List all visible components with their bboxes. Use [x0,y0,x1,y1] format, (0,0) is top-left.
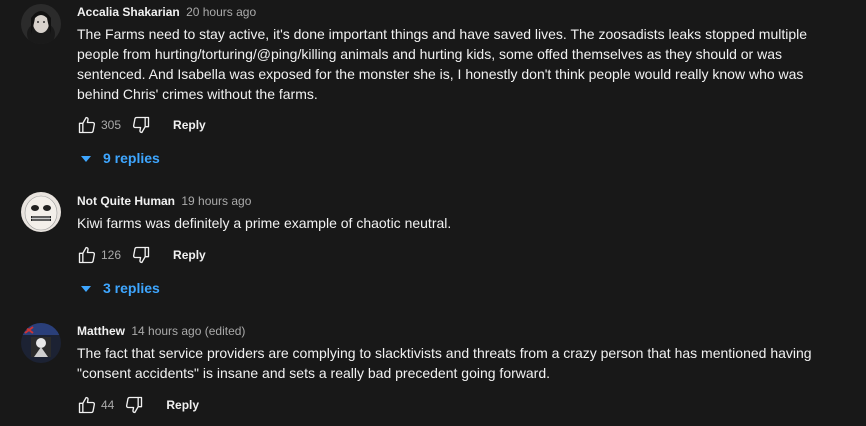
comment-body: Matthew 14 hours ago (edited) The fact t… [77,323,846,383]
comment-actions: 305 Reply [75,113,206,137]
reply-button[interactable]: Reply [166,398,199,412]
caret-down-icon [81,155,91,162]
comment-author[interactable]: Not Quite Human [77,194,175,208]
comment-header: Accalia Shakarian 20 hours ago [77,4,846,20]
like-count: 305 [101,118,122,132]
comment-body: Not Quite Human 19 hours ago Kiwi farms … [77,193,846,233]
thumbs-down-icon[interactable] [122,393,146,417]
comment-actions: 44 Reply [75,393,199,417]
like-count: 44 [101,398,115,412]
reply-button[interactable]: Reply [173,118,206,132]
comment-timestamp[interactable]: 20 hours ago [186,5,256,19]
comment-text: The Farms need to stay active, it's done… [77,26,808,102]
thumbs-up-icon[interactable] [75,113,99,137]
thumbs-down-icon[interactable] [129,243,153,267]
comment-header: Matthew 14 hours ago (edited) [77,323,846,339]
comment-author[interactable]: Accalia Shakarian [77,5,180,19]
comment-author[interactable]: Matthew [77,324,125,338]
comment-timestamp[interactable]: 19 hours ago [181,194,251,208]
reply-button[interactable]: Reply [173,248,206,262]
comment-actions: 126 Reply [75,243,206,267]
comment-header: Not Quite Human 19 hours ago [77,193,846,209]
comment-body: Accalia Shakarian 20 hours ago The Farms… [77,4,846,104]
like-count: 126 [101,248,122,262]
replies-count-label: 9 replies [103,150,160,166]
caret-down-icon [81,285,91,292]
avatar[interactable] [21,323,61,363]
thumbs-up-icon[interactable] [75,393,99,417]
comment-text: Kiwi farms was definitely a prime exampl… [77,215,452,231]
comment-text: The fact that service providers are comp… [77,345,812,381]
view-replies-button[interactable]: 9 replies [81,148,160,168]
thumbs-down-icon[interactable] [129,113,153,137]
replies-count-label: 3 replies [103,280,160,296]
comment-timestamp[interactable]: 14 hours ago (edited) [131,324,245,338]
thumbs-up-icon[interactable] [75,243,99,267]
avatar[interactable] [21,4,61,44]
view-replies-button[interactable]: 3 replies [81,278,160,298]
avatar[interactable] [21,192,61,232]
